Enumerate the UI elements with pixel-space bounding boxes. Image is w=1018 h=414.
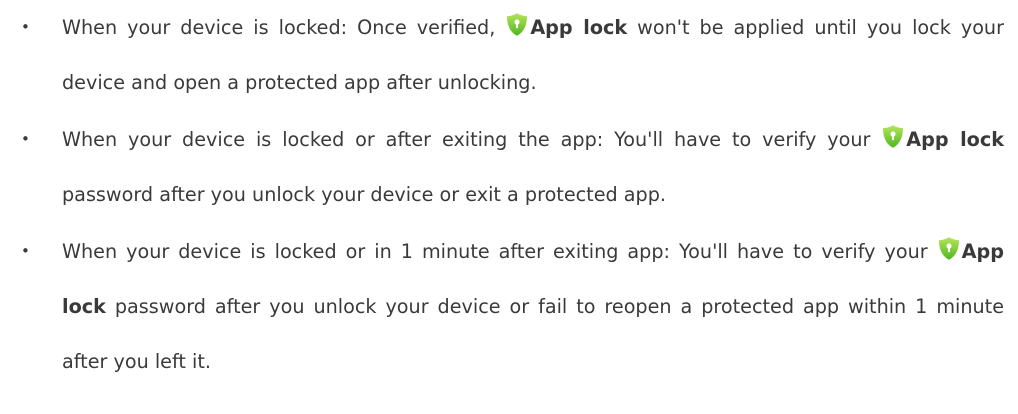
bullet-dot: • [21, 242, 30, 260]
bullet-item-locked: • When your device is locked: Once verif… [0, 0, 1018, 110]
item-text-after: password after you unlock your device or… [62, 183, 667, 206]
item-text-after: password after you unlock your device or… [62, 295, 1004, 373]
app-name: App lock [906, 128, 1004, 151]
app-lock-shield-icon [505, 12, 529, 37]
keyhole-slot [516, 23, 519, 29]
bullet-list: • When your device is locked: Once verif… [0, 0, 1018, 389]
app-lock-shield-icon [881, 124, 905, 149]
bullet-item-locked-or-exit: • When your device is locked or after ex… [0, 112, 1018, 222]
item-text-before: When your device is locked or in 1 minut… [62, 240, 937, 263]
keyhole-slot [947, 247, 950, 253]
item-text-before: When your device is locked or after exit… [62, 128, 882, 151]
bullet-dot: • [21, 18, 30, 36]
app-lock-shield-icon [937, 236, 961, 261]
app-name: App lock [530, 16, 628, 39]
bullet-dot: • [21, 130, 30, 148]
bullet-item-locked-or-1-minute: • When your device is locked or in 1 min… [0, 224, 1018, 389]
keyhole-slot [892, 135, 895, 141]
item-text-before: When your device is locked: Once verifie… [62, 16, 506, 39]
